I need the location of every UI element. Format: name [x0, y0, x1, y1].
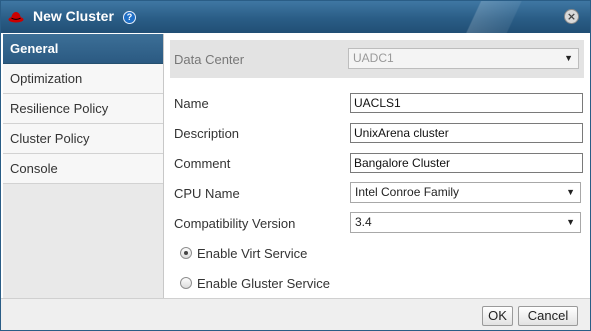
gluster-service-radio[interactable] — [180, 277, 192, 289]
sidebar-item-general[interactable]: General — [3, 34, 163, 64]
data-center-row: Data Center UADC1 ▼ — [170, 40, 584, 78]
dialog-titlebar[interactable]: New Cluster ? × — [1, 1, 590, 33]
close-icon[interactable]: × — [564, 9, 579, 24]
compat-version-select[interactable]: 3.4 ▼ — [350, 212, 581, 233]
sidebar-item-optimization[interactable]: Optimization — [3, 64, 163, 94]
help-icon[interactable]: ? — [123, 11, 136, 24]
chevron-down-icon: ▼ — [566, 217, 575, 227]
sidebar-item-cluster-policy[interactable]: Cluster Policy — [3, 124, 163, 154]
sidebar-item-console[interactable]: Console — [3, 154, 163, 184]
chevron-down-icon: ▼ — [564, 53, 573, 63]
name-field[interactable]: UACLS1 — [350, 93, 583, 113]
description-field[interactable]: UnixArena cluster — [350, 123, 583, 143]
chevron-down-icon: ▼ — [566, 187, 575, 197]
data-center-select[interactable]: UADC1 ▼ — [348, 48, 579, 69]
data-center-label: Data Center — [174, 52, 245, 67]
comment-label: Comment — [174, 156, 231, 171]
name-label: Name — [174, 96, 209, 111]
cpu-name-select[interactable]: Intel Conroe Family ▼ — [350, 182, 581, 203]
gluster-service-label: Enable Gluster Service — [197, 276, 330, 291]
cpu-name-value: Intel Conroe Family — [355, 185, 460, 199]
ok-button[interactable]: OK — [482, 306, 513, 326]
sidebar-item-resilience-policy[interactable]: Resilience Policy — [3, 94, 163, 124]
dialog-footer: OK Cancel — [1, 298, 590, 330]
virt-service-label: Enable Virt Service — [197, 246, 308, 261]
cpu-name-label: CPU Name — [174, 186, 240, 201]
dialog-title: New Cluster — [33, 8, 114, 24]
general-panel: Data Center UADC1 ▼ Name UACLS1 Descript… — [166, 34, 590, 298]
titlebar-decoration — [440, 1, 560, 33]
redhat-logo-icon — [8, 12, 24, 23]
comment-field[interactable]: Bangalore Cluster — [350, 153, 583, 173]
compat-version-value: 3.4 — [355, 215, 372, 229]
dialog-sidebar: General Optimization Resilience Policy C… — [3, 34, 164, 298]
new-cluster-dialog: New Cluster ? × General Optimization Res… — [0, 0, 591, 331]
virt-service-radio[interactable] — [180, 247, 192, 259]
compat-version-label: Compatibility Version — [174, 216, 296, 231]
data-center-value: UADC1 — [353, 51, 394, 65]
cancel-button[interactable]: Cancel — [518, 306, 578, 326]
description-label: Description — [174, 126, 240, 141]
